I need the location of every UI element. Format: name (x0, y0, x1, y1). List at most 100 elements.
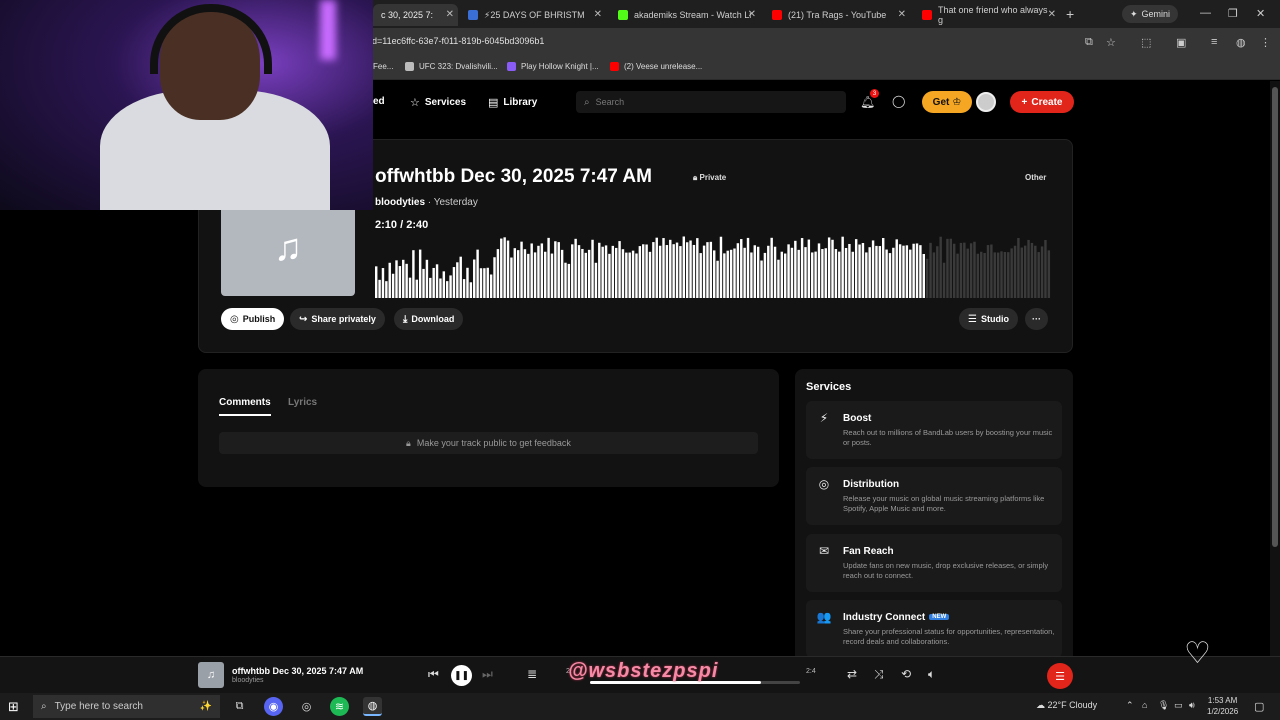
music-note-icon: ♫ (206, 669, 216, 681)
tab-youtube-tra-rags[interactable]: (21) Tra Rags - YouTube ✕ (764, 4, 910, 26)
spotify-icon[interactable]: ≋ (330, 697, 349, 716)
previous-icon[interactable]: ⏮︎ (428, 667, 439, 682)
tray-chevron-icon[interactable]: ⌃ (1126, 700, 1134, 711)
display-icon[interactable]: ▭ (1174, 700, 1183, 711)
profile-icon[interactable]: ◍ (1236, 36, 1246, 49)
nav-item-feed[interactable]: ed (373, 96, 385, 107)
waveform[interactable] (375, 236, 1051, 298)
get-membership-button[interactable]: Get ♔ (922, 91, 972, 113)
tab-kick-stream[interactable]: akademiks Stream - Watch Li ✕ (610, 4, 760, 26)
waveform-bar (753, 245, 756, 298)
share-privately-button[interactable]: ↪ Share privately (290, 308, 385, 330)
mic-icon[interactable]: 🎙︎ (1158, 700, 1169, 711)
bookmark-item[interactable]: Fee... (373, 62, 393, 71)
waveform-bar (692, 244, 696, 298)
player-artist[interactable]: bloodyties (232, 677, 264, 684)
chat-icon[interactable]: ◯ (892, 94, 905, 108)
create-button[interactable]: + Create (1010, 91, 1074, 113)
current-time: 2:10 (375, 219, 398, 231)
waveform-bar (1044, 239, 1047, 298)
repeat-icon[interactable]: ⇄ (847, 667, 857, 681)
bookmark-item[interactable]: Play Hollow Knight |... (507, 62, 599, 71)
shuffle-icon[interactable]: ⤨ (874, 667, 884, 682)
artist-link[interactable]: bloodyties (375, 197, 425, 208)
page-scrollbar[interactable] (1270, 81, 1280, 656)
gemini-button[interactable]: ✦ Gemini (1122, 5, 1179, 23)
download-button[interactable]: ⤓ Download (394, 308, 464, 330)
youtube-icon (610, 62, 619, 71)
bookmark-label: UFC 323: Dvalishvili... (419, 62, 498, 71)
avatar[interactable] (976, 92, 996, 112)
bookmark-item[interactable]: (2) Veese unrelease... (610, 62, 702, 71)
waveform-bar (959, 242, 963, 298)
scrollbar-thumb[interactable] (1272, 87, 1278, 547)
task-view-icon[interactable]: ⧉ (230, 697, 249, 716)
more-button[interactable]: ··· (1025, 308, 1048, 330)
close-icon[interactable]: ✕ (446, 9, 454, 20)
taskbar-search[interactable]: ⌕ Type here to search ✨ (33, 695, 220, 718)
discord-icon[interactable]: ◉ (264, 697, 283, 716)
player-track-title[interactable]: offwhtbb Dec 30, 2025 7:47 AM (232, 666, 363, 676)
volume-icon[interactable]: 🔈︎ (928, 667, 935, 682)
waveform-bar (1000, 251, 1003, 298)
extensions-icon[interactable]: ⬚ (1141, 36, 1151, 49)
queue-button[interactable]: ☰ (1047, 663, 1073, 689)
pause-button[interactable]: ❚❚ (451, 665, 472, 686)
search-input[interactable]: ⌕ Search (576, 91, 846, 113)
notifications-icon[interactable]: ▢ (1254, 700, 1264, 713)
waveform-bar (645, 244, 648, 298)
studio-button[interactable]: ☰ Studio (959, 308, 1018, 330)
bookmark-star-icon[interactable]: ☆ (1106, 36, 1116, 49)
nav-item-services[interactable]: ☆ Services (410, 96, 466, 109)
waveform-bar (800, 238, 804, 298)
nav-item-library[interactable]: ▤ Library (488, 96, 537, 109)
genre-tag[interactable]: Other (1025, 173, 1046, 182)
waveform-bar (432, 267, 435, 298)
tab-label: akademiks Stream - Watch Li (634, 10, 752, 20)
minimize-icon[interactable]: — (1200, 7, 1211, 19)
service-industry-connect[interactable]: 👥 Industry Connect NEW Share your profess… (806, 600, 1062, 656)
close-icon[interactable]: ✕ (594, 9, 602, 20)
chrome-icon[interactable]: ◍ (363, 697, 382, 716)
bookmark-item[interactable]: UFC 323: Dvalishvili... (405, 62, 498, 71)
new-tab-icon[interactable]: + (1066, 6, 1074, 22)
close-icon[interactable]: ✕ (748, 9, 756, 20)
waveform-bar (618, 241, 621, 298)
obs-icon[interactable]: ◎ (297, 697, 316, 716)
tab-bandlab[interactable]: c 30, 2025 7: ✕ (373, 4, 458, 26)
system-clock[interactable]: 1:53 AM 1/2/2026 (1207, 695, 1238, 717)
tab-label: ⚡25 DAYS OF BHRISTM (484, 9, 585, 20)
install-icon[interactable]: ⧉ (1085, 36, 1093, 49)
service-distribution[interactable]: ◎ Distribution Release your music on glo… (806, 467, 1062, 525)
public-note-text: Make your track public to get feedback (416, 438, 571, 448)
waveform-bar (807, 239, 811, 298)
close-icon[interactable]: ✕ (1048, 9, 1056, 20)
weather-widget[interactable]: ☁ 22°F Cloudy (1036, 700, 1097, 711)
service-fan-reach[interactable]: ✉ Fan Reach Update fans on new music, dr… (806, 534, 1062, 592)
url-field[interactable]: d=11ec6ffc-63e7-f011-819b-6045bd3096b1 (372, 36, 544, 46)
tab-bhristmas[interactable]: ⚡25 DAYS OF BHRISTM ✕ (460, 4, 606, 26)
close-window-icon[interactable]: ✕ (1256, 7, 1265, 20)
restore-icon[interactable]: ❐ (1228, 7, 1238, 20)
media-icon[interactable]: ≡ (1211, 36, 1217, 48)
next-icon[interactable]: ⏭︎ (482, 667, 493, 682)
close-icon[interactable]: ✕ (898, 9, 906, 20)
publish-button[interactable]: ◎ Publish (221, 308, 285, 330)
sidepanel-icon[interactable]: ▣ (1176, 36, 1186, 49)
tab-comments[interactable]: Comments (219, 397, 271, 416)
service-boost[interactable]: ⚡ Boost Reach out to millions of BandLab… (806, 401, 1062, 459)
speaker-icon[interactable]: 🔊︎ (1189, 700, 1195, 711)
mute-toggle-icon[interactable]: ⟲ (901, 667, 911, 681)
waveform-bar (513, 248, 517, 298)
tab-lyrics[interactable]: Lyrics (288, 397, 317, 408)
network-icon[interactable]: ⌂ (1142, 700, 1147, 710)
bookmark-label: (2) Veese unrelease... (624, 62, 703, 71)
windows-start-icon[interactable]: ⊞ (8, 699, 19, 715)
menu-icon[interactable]: ⋮ (1260, 36, 1271, 49)
privacy-label: Private (699, 173, 727, 182)
waveform-bar (1020, 247, 1024, 298)
player-thumbnail[interactable]: ♫ (198, 662, 224, 688)
queue-icon[interactable]: ≣ (527, 667, 537, 681)
stream-overlay-text: @wsbstezpspi (568, 660, 719, 682)
tab-youtube-friend[interactable]: That one friend who always g ✕ (914, 4, 1060, 26)
